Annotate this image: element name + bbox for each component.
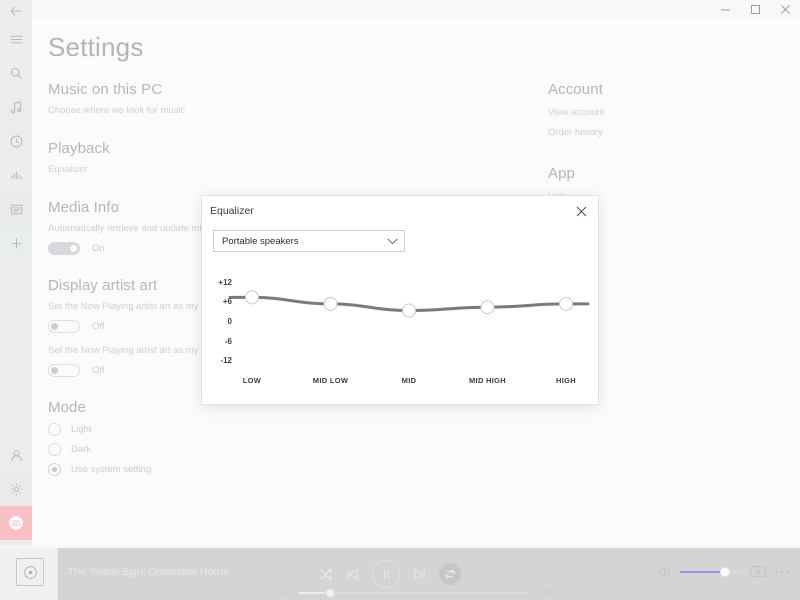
section-heading: Playback	[48, 140, 110, 157]
toggle-knob	[70, 245, 77, 252]
section-music-on-this-pc: Music on this PC Choose where we look fo…	[48, 81, 518, 118]
section-heading: Account	[548, 81, 603, 98]
dialog-title: Equalizer	[210, 205, 254, 217]
playlist-icon[interactable]	[0, 192, 32, 226]
equalizer-dialog: Equalizer Portable speakers +12 +6 0 -6 -12 L…	[201, 195, 599, 405]
progress-row: 1:02 7:57	[276, 587, 552, 598]
rail-bottom-group	[0, 438, 32, 546]
radio-label: Light	[71, 424, 92, 435]
hamburger-menu-icon[interactable]	[0, 22, 32, 56]
elapsed-time: 1:02	[276, 588, 291, 597]
feedback-icon[interactable]	[0, 506, 32, 540]
page-title: Settings	[48, 32, 144, 62]
radio-button[interactable]	[48, 443, 61, 456]
track-title: The Yellow Sign: Orchestral Horror	[68, 566, 230, 578]
mode-option-dark[interactable]: Dark	[48, 443, 518, 456]
preset-selected-value: Portable speakers	[222, 235, 299, 247]
equalizer-band-handle[interactable]	[559, 296, 573, 311]
app-window: Settings Music on this PC Choose where w…	[0, 0, 800, 600]
cast-device-icon[interactable]	[750, 565, 766, 578]
previous-track-icon[interactable]	[345, 567, 360, 582]
section-heading: App	[548, 165, 575, 182]
more-ellipsis-icon[interactable]	[774, 569, 790, 575]
radio-button[interactable]	[48, 463, 61, 476]
section-sub[interactable]: Choose where we look for music	[48, 103, 518, 118]
progress-knob[interactable]	[324, 587, 335, 598]
preset-select[interactable]: Portable speakers	[213, 230, 405, 252]
album-disc-icon[interactable]	[16, 558, 44, 586]
minimize-icon[interactable]	[710, 0, 740, 18]
x-axis-tick-label: LOW	[242, 376, 262, 385]
player-right-controls	[657, 564, 790, 579]
player-bar: The Yellow Sign: Orchestral Horror 1:02 …	[0, 548, 800, 600]
mode-option-use-system-setting[interactable]: Use system setting	[48, 463, 518, 476]
close-icon[interactable]	[770, 0, 800, 18]
speaker-volume-icon[interactable]	[657, 564, 672, 579]
section-account: Account View account Order history	[548, 81, 758, 143]
equalizer-link[interactable]: Equalizer	[48, 162, 518, 177]
person-icon[interactable]	[0, 438, 32, 472]
toggle-state-label: On	[92, 243, 105, 254]
wallpaper-art-toggle[interactable]	[48, 364, 80, 377]
clock-icon[interactable]	[0, 124, 32, 158]
volume-knob[interactable]	[720, 566, 730, 577]
x-axis-tick-label: MID LOW	[312, 376, 349, 385]
back-arrow-icon[interactable]	[0, 0, 32, 22]
dialog-body: Portable speakers +12 +6 0 -6 -12 LOW MID LOW M…	[202, 226, 598, 393]
shuffle-icon[interactable]	[318, 567, 333, 582]
y-axis-tick-label: 0	[227, 317, 232, 326]
duration-time: 7:57	[536, 588, 552, 597]
equalizer-bars-icon[interactable]	[0, 158, 32, 192]
equalizer-band-handle[interactable]	[245, 290, 259, 305]
navigation-rail	[0, 0, 32, 546]
music-note-icon[interactable]	[0, 90, 32, 124]
plus-icon[interactable]	[0, 226, 32, 260]
section-mode: Mode Light Dark Use system setting	[48, 399, 518, 476]
equalizer-chart[interactable]: +12 +6 0 -6 -12 LOW MID LOW MID MID HIGH HIGH	[210, 268, 590, 393]
link-order-history[interactable]: Order history	[548, 123, 758, 143]
close-icon[interactable]	[572, 202, 590, 220]
section-playback: Playback Equalizer	[48, 140, 518, 177]
radio-label: Use system setting	[71, 464, 152, 475]
window-titlebar	[0, 0, 800, 18]
search-icon[interactable]	[0, 56, 32, 90]
y-axis-tick-label: +6	[222, 297, 232, 307]
repeat-icon[interactable]	[439, 563, 461, 585]
gear-icon[interactable]	[0, 472, 32, 506]
equalizer-curve-svg[interactable]	[210, 268, 590, 393]
toggle-knob	[51, 323, 58, 330]
radio-label: Dark	[71, 444, 92, 455]
y-axis-tick-label: -12	[220, 356, 232, 366]
x-axis-tick-label: HIGH	[556, 376, 576, 385]
x-axis-tick-label: MID HIGH	[469, 376, 506, 385]
rail-top-group	[0, 0, 32, 260]
radio-button[interactable]	[48, 423, 61, 436]
link-view-account[interactable]: View account	[548, 103, 758, 123]
equalizer-band-handle[interactable]	[323, 296, 338, 311]
mode-option-light[interactable]: Light	[48, 423, 518, 436]
toggle-state-label: Off	[92, 321, 105, 332]
equalizer-band-handle[interactable]	[480, 300, 495, 315]
lockscreen-art-toggle[interactable]	[48, 320, 80, 333]
toggle-state-label: Off	[92, 365, 105, 376]
x-axis-tick-label: MID	[401, 376, 417, 385]
next-track-icon[interactable]	[412, 567, 427, 582]
pause-icon[interactable]	[372, 560, 400, 588]
y-axis-tick-label: +12	[218, 277, 232, 287]
y-axis-tick-label: -6	[224, 336, 232, 346]
transport-controls	[318, 560, 461, 588]
now-playing-strip: The Yellow Sign: Orchestral Horror 1:02 …	[58, 548, 800, 600]
equalizer-band-handle[interactable]	[402, 303, 416, 318]
dialog-header: Equalizer	[202, 196, 598, 226]
toggle-knob	[51, 367, 58, 374]
media-info-toggle[interactable]	[48, 242, 80, 255]
section-heading: Music on this PC	[48, 81, 163, 98]
maximize-icon[interactable]	[740, 0, 770, 18]
volume-slider[interactable]	[680, 566, 742, 577]
progress-slider[interactable]	[298, 587, 529, 598]
chevron-down-icon	[387, 238, 398, 245]
